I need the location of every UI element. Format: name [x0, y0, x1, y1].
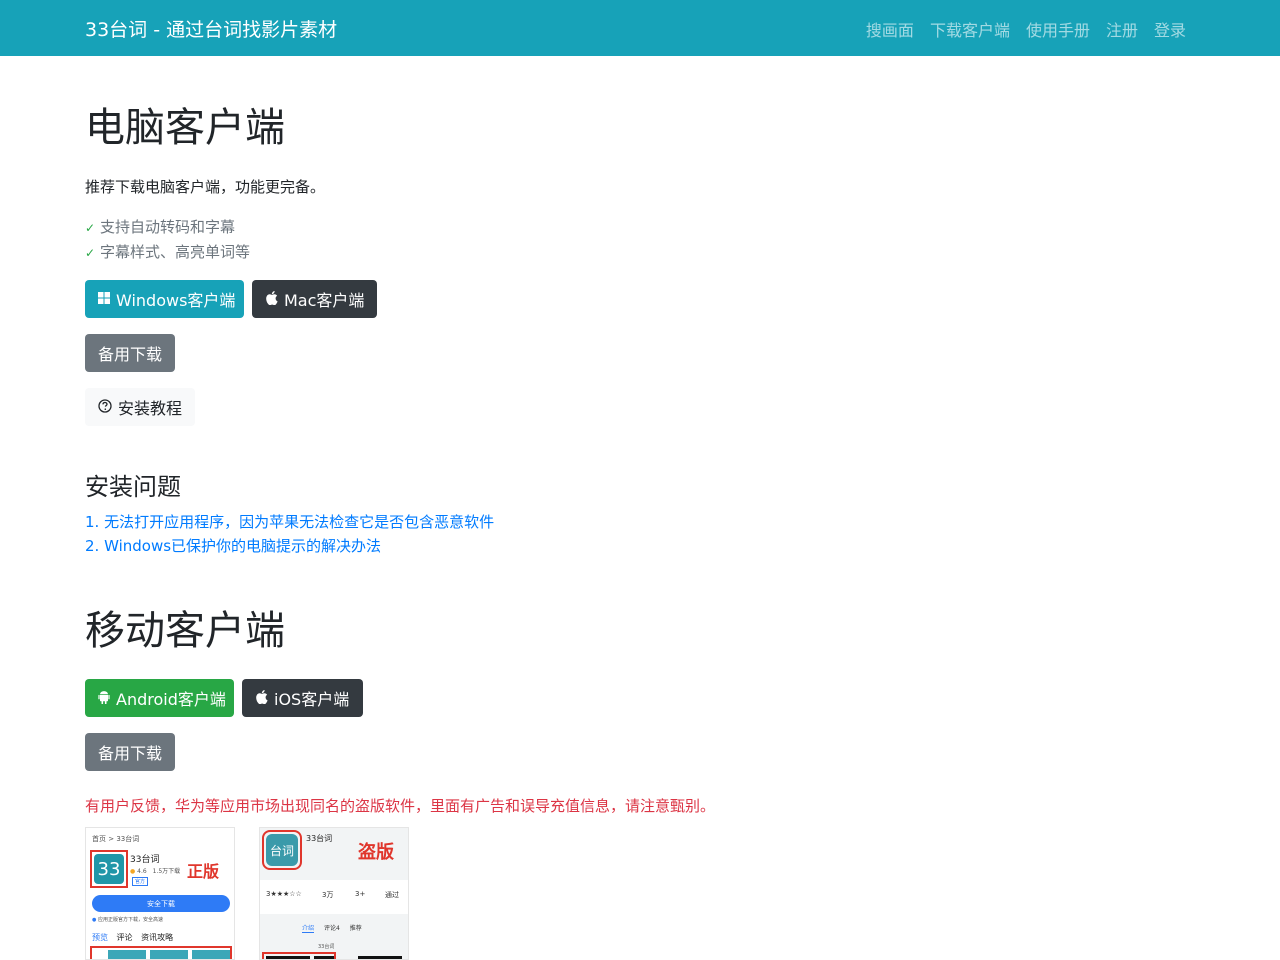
- app-name: 33台词: [306, 834, 333, 843]
- nav-links: 搜画面 下载客户端 使用手册 注册 登录: [850, 17, 1186, 41]
- nav-link-login[interactable]: 登录: [1154, 17, 1186, 41]
- install-issues-title: 安装问题: [85, 473, 181, 501]
- safe-download-button: 安全下载: [92, 895, 230, 912]
- windows-icon: [98, 291, 110, 307]
- app-rating-row: ● 4.6 1.5万下载: [130, 868, 181, 875]
- piracy-warning: 有用户反馈，华为等应用市场出现同名的盗版软件，里面有广告和误导充值信息，请注意甄…: [85, 797, 716, 815]
- store-breadcrumb: 首页 > 33台词: [92, 835, 140, 843]
- pirated-app-screenshot: 台词 33台词 盗版 3★★★☆☆ 3万 3+ 通过 介绍 评论4 推荐 33台…: [259, 827, 409, 960]
- genuine-label: 正版: [187, 862, 220, 881]
- app-name: 33台词: [130, 855, 160, 865]
- store-tabs: 预览 评论 资讯攻略: [92, 933, 174, 942]
- mobile-backup-download-button[interactable]: 备用下载: [85, 733, 175, 771]
- pirated-label: 盗版: [358, 842, 394, 863]
- check-icon: ✓: [85, 221, 96, 235]
- footer-line: 33台词: [318, 944, 335, 950]
- check-icon: ✓: [85, 246, 96, 260]
- official-badge: 官方: [132, 877, 149, 886]
- app-icon: 33: [94, 854, 124, 884]
- star-icon: ●: [130, 868, 136, 875]
- question-circle-icon: [98, 398, 112, 416]
- install-issues-links: 1. 无法打开应用程序，因为苹果无法检查它是否包含恶意软件 2. Windows…: [85, 510, 494, 558]
- apple-icon: [265, 290, 278, 308]
- store-tabs: 介绍 评论4 推荐: [302, 925, 362, 933]
- ios-client-button[interactable]: iOS客户端: [242, 679, 363, 717]
- stat-downloads: 3万: [322, 891, 334, 899]
- stat-age: 3+: [355, 890, 366, 898]
- desktop-backup-download-button[interactable]: 备用下载: [85, 334, 175, 372]
- store-notice: ● 应用正版官方下载，安全高速: [92, 917, 163, 923]
- desktop-intro: 推荐下载电脑客户端，功能更完备。: [85, 178, 326, 196]
- preview-thumb: [314, 956, 334, 959]
- feature-item: ✓ 字幕样式、高亮单词等: [85, 240, 250, 265]
- nav-link-download-client[interactable]: 下载客户端: [930, 17, 1010, 41]
- mac-client-button[interactable]: Mac客户端: [252, 280, 377, 318]
- feature-list: ✓ 支持自动转码和字幕 ✓ 字幕样式、高亮单词等: [85, 215, 250, 265]
- install-tutorial-button[interactable]: 安装教程: [85, 388, 195, 426]
- android-icon: [98, 690, 110, 707]
- genuine-app-screenshot: 首页 > 33台词 33 33台词 ● 4.6 1.5万下载 官方 正版 安全下…: [85, 827, 235, 960]
- issue-link-mac-malware[interactable]: 1. 无法打开应用程序，因为苹果无法检查它是否包含恶意软件: [85, 510, 494, 534]
- app-icon: 台词: [266, 834, 298, 866]
- site-brand[interactable]: 33台词 - 通过台词找影片素材: [85, 15, 337, 42]
- issue-link-windows-protected[interactable]: 2. Windows已保护你的电脑提示的解决办法: [85, 534, 494, 558]
- nav-link-manual[interactable]: 使用手册: [1026, 17, 1090, 41]
- nav-link-register[interactable]: 注册: [1106, 17, 1138, 41]
- android-client-button[interactable]: Android客户端: [85, 679, 234, 717]
- apple-icon: [255, 689, 268, 707]
- feature-item: ✓ 支持自动转码和字幕: [85, 215, 250, 240]
- preview-thumb: [108, 950, 146, 959]
- desktop-section-title: 电脑客户端: [85, 105, 285, 151]
- preview-thumb: [358, 956, 402, 959]
- mobile-section-title: 移动客户端: [85, 608, 285, 654]
- preview-thumb: [192, 950, 230, 959]
- top-navbar: 33台词 - 通过台词找影片素材 搜画面 下载客户端 使用手册 注册 登录: [0, 0, 1280, 56]
- nav-link-search-frames[interactable]: 搜画面: [866, 17, 914, 41]
- preview-thumb: [266, 956, 310, 959]
- stat-rating: 3★★★☆☆: [266, 890, 302, 898]
- preview-thumb: [150, 950, 188, 959]
- windows-client-button[interactable]: Windows客户端: [85, 280, 244, 318]
- stat-review: 通过: [385, 891, 399, 899]
- shield-icon: ●: [92, 917, 97, 923]
